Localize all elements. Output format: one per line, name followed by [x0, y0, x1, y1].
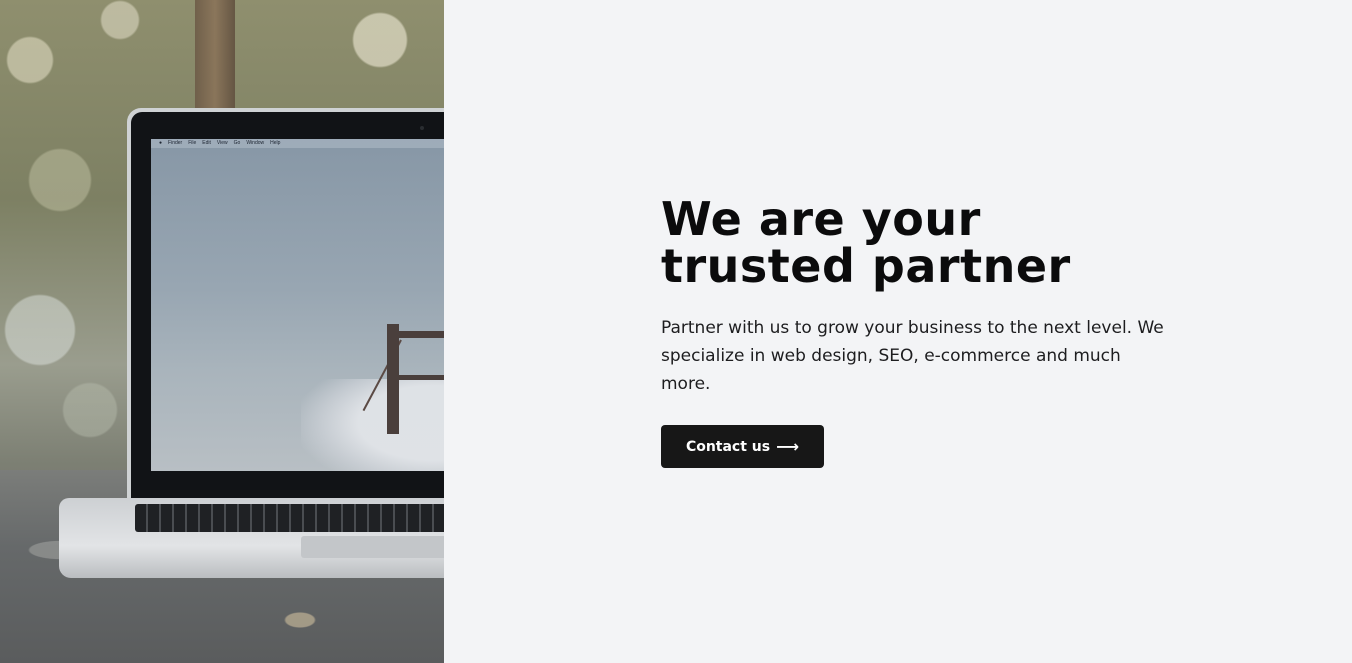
laptop-keyboard: [135, 504, 444, 532]
laptop-trackpad: [301, 536, 444, 558]
menubar-item: Edit: [202, 140, 211, 146]
menubar-item: File: [188, 140, 197, 146]
hero-title: We are your trusted partner: [661, 192, 1071, 293]
contact-us-label: Contact us: [685, 438, 771, 455]
menubar-item: View: [216, 140, 228, 146]
page: ● Finder File Edit View Go Window Help W…: [0, 0, 1352, 663]
hero-content: We are your trusted partner Partner with…: [444, 0, 1352, 663]
menubar-item: Window: [246, 140, 265, 146]
laptop-bezel: ● Finder File Edit View Go Window Help: [131, 112, 444, 498]
laptop-base: [59, 498, 444, 578]
contact-us-button[interactable]: Contact us ⟶: [661, 425, 824, 468]
bridge-beam: [387, 375, 444, 380]
arrow-right-icon: ⟶: [776, 436, 800, 456]
hero-photo: ● Finder File Edit View Go Window Help: [0, 0, 444, 663]
screen-menubar: ● Finder File Edit View Go Window Help: [151, 139, 444, 148]
tree-trunk: [195, 0, 235, 110]
apple-icon: ●: [159, 140, 163, 146]
menubar-item: Help: [270, 140, 281, 146]
bridge-beam: [387, 331, 444, 338]
hero-block: We are your trusted partner Partner with…: [661, 196, 1181, 468]
menubar-item: Go: [233, 140, 241, 146]
camera-icon: [420, 126, 424, 130]
menubar-item: Finder: [168, 140, 183, 146]
laptop-screen: ● Finder File Edit View Go Window Help: [151, 139, 444, 471]
hero-description: Partner with us to grow your business to…: [661, 318, 1164, 394]
